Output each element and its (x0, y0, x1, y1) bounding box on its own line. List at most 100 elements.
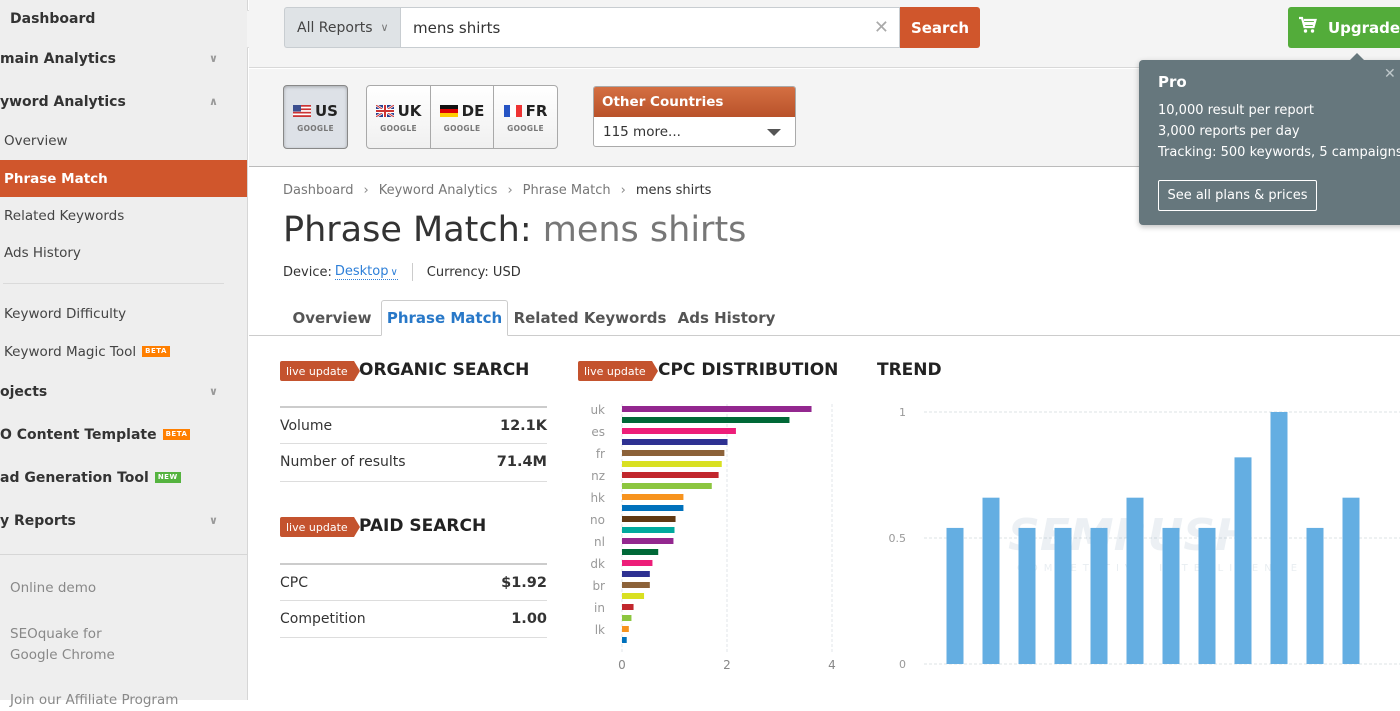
tab-phrase-match[interactable]: Phrase Match (381, 300, 508, 336)
plan-feature: 3,000 reports per day (1158, 124, 1300, 139)
divider (411, 263, 413, 281)
divider (3, 283, 224, 284)
chevron-down-icon: ∨ (209, 514, 218, 527)
tab-related-keywords[interactable]: Related Keywords (510, 300, 670, 336)
sidebar-item-label: yword Analytics (0, 93, 126, 110)
close-icon[interactable]: ✕ (1384, 66, 1396, 82)
breadcrumb-dashboard[interactable]: Dashboard (283, 183, 354, 198)
cpc-bar (622, 439, 728, 445)
sidebar-item-ads-history[interactable]: Ads History (0, 234, 247, 271)
trend-chart: 00.51SEMRUSHCOMPETITIVE INTELLIGENCE (889, 406, 1400, 671)
chevron-up-icon: ∧ (209, 95, 218, 108)
plan-popover: ✕ Pro 10,000 result per report 3,000 rep… (1139, 53, 1400, 225)
metric-row: Competition 1.00 (280, 600, 547, 637)
metric-label: Competition (280, 611, 366, 627)
sidebar-item-ojects[interactable]: ojects ∨ (0, 373, 247, 410)
tab-ads-history[interactable]: Ads History (670, 300, 783, 336)
search-query: mens shirts (413, 18, 501, 37)
y-tick-label: nz (591, 469, 605, 483)
country-us-button[interactable]: US GOOGLE (283, 85, 348, 149)
device-label: Device: (283, 264, 332, 280)
upgrade-button[interactable]: Upgrade (1288, 7, 1400, 48)
trend-bar (1198, 527, 1216, 664)
beta-badge: BETA (162, 429, 191, 440)
y-tick-label: nl (594, 535, 605, 549)
search-input[interactable]: mens shirts ✕ (400, 7, 900, 48)
chevron-right-icon: › (363, 183, 369, 198)
y-tick-label: 0 (899, 658, 906, 671)
trend-bar (1342, 497, 1360, 664)
de-flag-icon (439, 104, 458, 117)
x-tick-label: 4 (828, 658, 836, 672)
y-tick-label: 1 (899, 406, 906, 419)
affiliate-link[interactable]: Join our Affiliate Program (10, 690, 178, 711)
metric-row: Number of results 71.4M (280, 443, 547, 480)
sidebar-item-ad-generation-tool[interactable]: ad Generation Tool NEW (0, 459, 247, 496)
sidebar-item-related-keywords[interactable]: Related Keywords (0, 197, 247, 234)
paid-search-title: PAID SEARCH (359, 516, 487, 536)
sidebar-item-label: Overview (4, 132, 68, 149)
clear-icon[interactable]: ✕ (874, 17, 889, 38)
y-tick-label: fr (596, 447, 605, 461)
y-tick-label: uk (590, 403, 605, 417)
other-countries-select[interactable]: Other Countries 115 more... (593, 86, 796, 147)
device-select[interactable]: Desktop ∨ (334, 264, 398, 280)
device-value: Desktop (334, 264, 389, 279)
cpc-bar (622, 483, 712, 489)
breadcrumb-current: mens shirts (635, 183, 712, 198)
sidebar-item-y-reports[interactable]: y Reports ∨ (0, 502, 247, 539)
sidebar-item-main-analytics[interactable]: main Analytics ∨ (0, 40, 247, 77)
sidebar-item-dashboard[interactable]: Dashboard (0, 0, 247, 37)
sidebar-item-keyword-difficulty[interactable]: Keyword Difficulty (0, 295, 247, 332)
live-update-badge: live update (280, 517, 360, 537)
cpc-bar (622, 593, 645, 599)
database-select[interactable]: All Reports ∨ (284, 7, 400, 48)
sidebar-item-label: main Analytics (0, 50, 116, 67)
chevron-down-icon: ∨ (209, 52, 218, 65)
trend-bar (1054, 527, 1072, 664)
plan-feature: Tracking: 500 keywords, 5 campaigns (1158, 145, 1400, 160)
online-demo-link[interactable]: Online demo (10, 578, 96, 599)
sidebar-item-label: Keyword Difficulty (4, 305, 127, 322)
cpc-bar (622, 582, 650, 588)
country-uk-button[interactable]: UK GOOGLE (366, 85, 431, 149)
trend-bar (1270, 412, 1288, 664)
sidebar-item-o-content-template[interactable]: O Content Template BETA (0, 416, 247, 453)
cpc-bar (622, 516, 676, 522)
divider (280, 481, 547, 482)
metric-label: CPC (280, 574, 308, 591)
caret-down-icon (767, 129, 781, 136)
cpc-bar (622, 604, 634, 610)
breadcrumb-keyword-analytics[interactable]: Keyword Analytics (379, 183, 498, 198)
sidebar-item-phrase-match[interactable]: Phrase Match (0, 160, 247, 197)
country-de-button[interactable]: DE GOOGLE (430, 85, 494, 149)
cpc-bar (622, 549, 659, 555)
cpc-bar (622, 461, 722, 467)
search-button[interactable]: Search (900, 7, 980, 48)
tab-overview[interactable]: Overview (283, 300, 381, 336)
breadcrumb-phrase-match[interactable]: Phrase Match (523, 183, 611, 198)
engine-label: GOOGLE (507, 123, 544, 133)
organic-search-title: ORGANIC SEARCH (359, 360, 530, 380)
sidebar-item-overview[interactable]: Overview (0, 122, 247, 159)
seoquake-link[interactable]: SEOquake for (10, 624, 102, 645)
see-plans-button[interactable]: See all plans & prices (1158, 180, 1317, 211)
sidebar-item-yword-analytics[interactable]: yword Analytics ∧ (0, 83, 247, 120)
x-tick-label: 0 (618, 658, 626, 672)
seoquake-link[interactable]: Google Chrome (10, 645, 115, 666)
cpc-bar (622, 428, 736, 434)
metric-row: CPC $1.92 (280, 563, 547, 600)
trend-bar (1018, 527, 1036, 664)
divider (0, 554, 247, 555)
engine-label: GOOGLE (297, 123, 334, 133)
cpc-bar (622, 450, 725, 456)
divider (280, 637, 547, 638)
engine-label: GOOGLE (380, 123, 417, 133)
cpc-bar (622, 417, 790, 423)
search-bar: All Reports ∨ mens shirts ✕ Search (284, 7, 980, 48)
sidebar-item-keyword-magic-tool[interactable]: Keyword Magic Tool BETA (0, 333, 247, 370)
beta-badge: BETA (142, 346, 170, 357)
currency-label: Currency: USD (426, 264, 521, 280)
country-fr-button[interactable]: FR GOOGLE (493, 85, 558, 149)
chevron-down-icon: ∨ (390, 267, 398, 278)
